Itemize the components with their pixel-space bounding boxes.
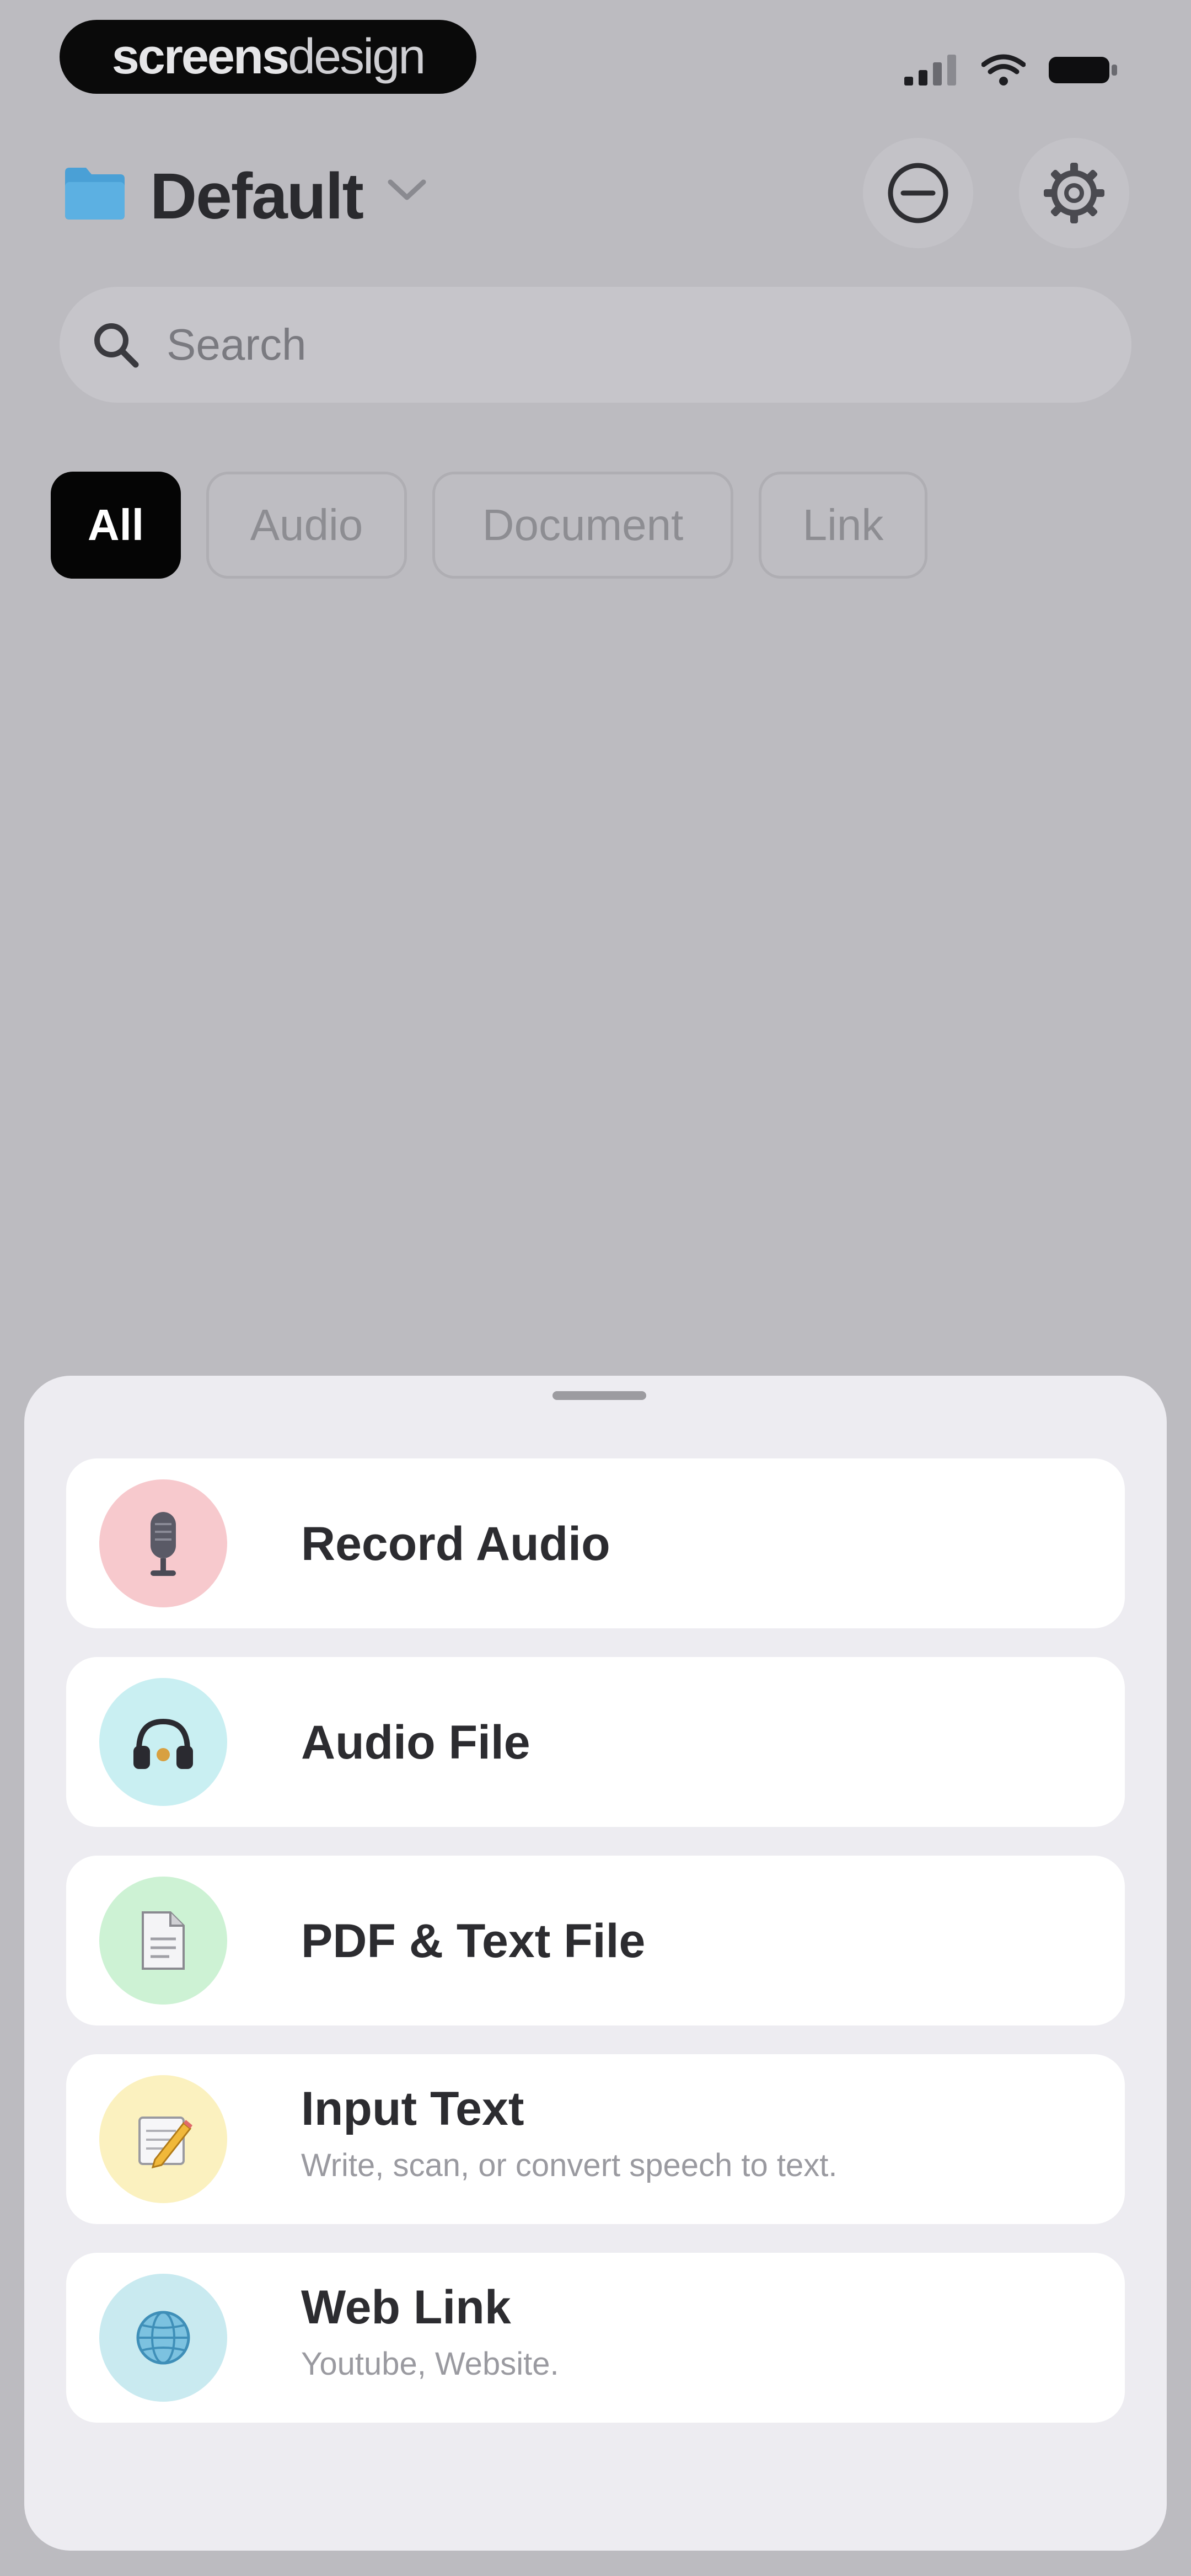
option-icon-circle xyxy=(99,2075,227,2203)
settings-button[interactable] xyxy=(1019,138,1129,248)
option-title: Input Text xyxy=(301,2082,524,2135)
add-content-sheet: Record Audio Audio File PDF & Text File … xyxy=(24,1376,1167,2551)
status-bar: screens design xyxy=(0,0,1191,110)
filter-chips: All Audio Document Link xyxy=(51,472,927,579)
status-icons xyxy=(904,52,1119,85)
option-icon-circle xyxy=(99,2274,227,2402)
brand-logo: screens design xyxy=(60,20,476,94)
chevron-down-icon[interactable] xyxy=(386,178,428,203)
battery-icon xyxy=(1049,57,1117,83)
header: Default xyxy=(0,132,1191,254)
minus-circle-icon xyxy=(888,163,948,223)
option-title: Web Link xyxy=(301,2281,511,2334)
filter-chip-link[interactable]: Link xyxy=(759,472,927,579)
globe-icon xyxy=(136,2311,190,2365)
search-input[interactable] xyxy=(165,319,1050,371)
filter-chip-all[interactable]: All xyxy=(51,472,181,579)
search-icon xyxy=(94,323,139,368)
option-title: Record Audio xyxy=(301,1517,610,1570)
headphones-icon xyxy=(133,1718,193,1769)
folder-icon xyxy=(65,168,125,220)
memo-pencil-icon xyxy=(138,2117,192,2169)
search-bar[interactable] xyxy=(60,287,1131,403)
filter-chip-document[interactable]: Document xyxy=(432,472,733,579)
brand-light-text: design xyxy=(288,29,426,84)
option-title: Audio File xyxy=(301,1716,530,1769)
brand-bold-text: screens xyxy=(111,29,289,84)
microphone-icon xyxy=(151,1512,176,1576)
gear-icon xyxy=(1044,163,1104,223)
option-pdf-text-file[interactable]: PDF & Text File xyxy=(66,1856,1125,2025)
filter-chip-audio[interactable]: Audio xyxy=(206,472,407,579)
option-icon-circle xyxy=(99,1678,227,1806)
sheet-grabber[interactable] xyxy=(552,1391,646,1400)
minus-circle-button[interactable] xyxy=(863,138,973,248)
option-subtitle: Write, scan, or convert speech to text. xyxy=(301,2147,838,2183)
option-audio-file[interactable]: Audio File xyxy=(66,1657,1125,1827)
option-icon-circle xyxy=(99,1877,227,2005)
option-web-link[interactable]: Web Link Youtube, Website. xyxy=(66,2253,1125,2423)
option-input-text[interactable]: Input Text Write, scan, or convert speec… xyxy=(66,2054,1125,2224)
cellular-signal-icon xyxy=(904,55,956,85)
app-screen: screens design Default Search All Audio … xyxy=(0,0,1191,2576)
wifi-icon xyxy=(981,54,1026,85)
option-subtitle: Youtube, Website. xyxy=(301,2346,559,2382)
option-title: PDF & Text File xyxy=(301,1915,646,1968)
document-icon xyxy=(142,1911,185,1970)
option-icon-circle xyxy=(99,1479,227,1607)
option-record-audio[interactable]: Record Audio xyxy=(66,1458,1125,1628)
folder-title[interactable]: Default xyxy=(150,159,364,234)
